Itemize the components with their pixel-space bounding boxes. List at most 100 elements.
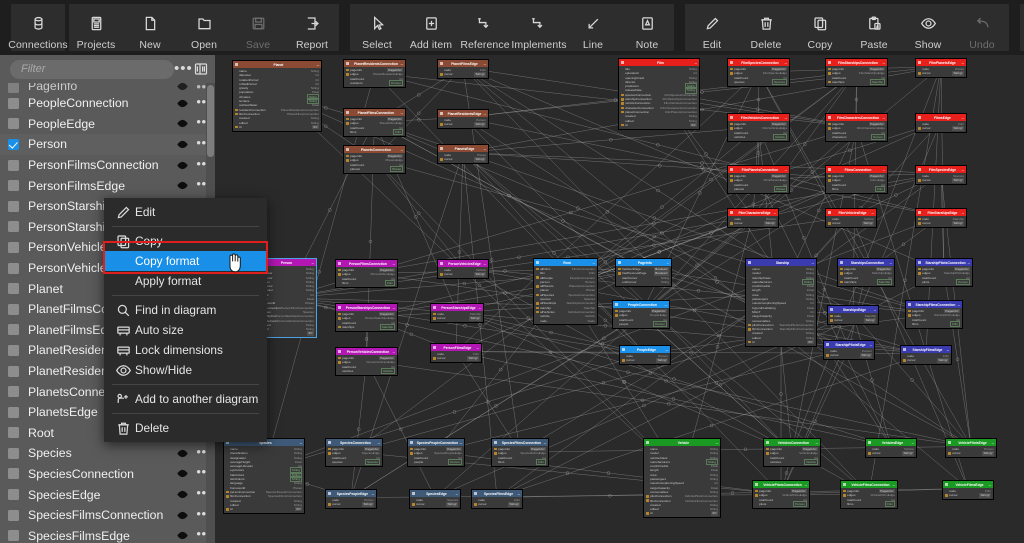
entity-node-vehiclepilotsconnection[interactable]: VehiclePilotsConnection ‒ pageInfo PageInfo… [752,480,810,509]
item-checkbox[interactable] [8,324,19,336]
item-checkbox[interactable] [8,159,19,171]
item-checkbox[interactable] [8,200,19,212]
visibility-eye-icon[interactable] [171,447,193,460]
sidebar-item-speciesconnection[interactable]: SpeciesConnection ••• [0,464,215,485]
sidebar-item-species[interactable]: Species ••• [0,443,215,464]
visibility-eye-icon[interactable] [171,488,193,501]
node-collapse-icon[interactable]: ‒ [667,261,669,265]
entity-node-starshipsedge[interactable]: StarshipsEdge ‒ node Starship cursor String! [827,305,879,326]
node-collapse-icon[interactable]: ‒ [812,261,814,265]
item-checkbox[interactable] [8,97,19,109]
entity-node-personfilmsedge[interactable]: PersonFilmsEdge ‒ node Film cursor String! [430,343,482,364]
visibility-eye-icon[interactable] [171,467,193,480]
entity-node-speciespeopleconnection[interactable]: SpeciesPeopleConnection ‒ pageInfo PageInfo… [407,438,465,467]
sidebar-item-peopleconnection[interactable]: PeopleConnection ••• [0,93,215,114]
node-collapse-icon[interactable]: ‒ [962,211,964,215]
node-collapse-icon[interactable]: ‒ [785,116,787,120]
sidebar-item-pageinfo[interactable]: PageInfo ••• [0,83,215,93]
node-collapse-icon[interactable]: ‒ [484,147,486,151]
context-menu-item-show-hide[interactable]: Show/Hide [104,360,267,380]
entity-node-filmstarshipsedge[interactable]: FilmStarshipsEdge ‒ node Starship cursor Stri… [915,208,967,229]
node-collapse-icon[interactable]: ‒ [870,343,872,347]
visibility-eye-icon[interactable] [171,97,193,110]
entity-node-filmvehiclesedge[interactable]: FilmVehiclesEdge ‒ node Vehicle cursor String… [825,208,877,229]
entity-node-planetresidentsedge[interactable]: PlanetResidentsEdge ‒ node Person cursor Stri… [437,109,489,130]
toolbar-save-button[interactable]: Save [231,4,285,51]
node-collapse-icon[interactable]: ‒ [893,483,895,487]
entity-node-vehiclefilmsedge[interactable]: VehicleFilmsEdge ‒ node Film cursor String! [942,480,994,501]
entity-node-planetfilmsedge[interactable]: PlanetFilmsEdge ‒ node Film cursor String! [437,59,489,80]
entity-node-starshipfilmsedge[interactable]: StarshipFilmsEdge ‒ node Film cursor String! [900,345,952,366]
toolbar-implements-button[interactable]: Implements [511,4,567,51]
node-collapse-icon[interactable]: ‒ [785,61,787,65]
node-collapse-icon[interactable]: ‒ [401,62,403,66]
node-collapse-icon[interactable]: ‒ [883,116,885,120]
toolbar-align-button[interactable]: Align [1020,4,1024,51]
node-collapse-icon[interactable]: ‒ [393,306,395,310]
entity-node-personstarshipsconnection[interactable]: PersonStarshipsConnection ‒ pageInfo PageIn… [335,303,398,332]
diagram-canvas[interactable]: Planet ‒ name String diameter Int rotationPeri… [215,55,1024,543]
item-checkbox[interactable] [8,447,19,459]
toolbar-reference-button[interactable]: Reference [458,4,512,51]
node-collapse-icon[interactable]: ‒ [805,483,807,487]
toolbar-report-button[interactable]: Report [285,4,339,51]
node-collapse-icon[interactable]: ‒ [883,168,885,172]
visibility-eye-icon[interactable] [171,159,193,172]
node-collapse-icon[interactable]: ‒ [593,261,595,265]
node-collapse-icon[interactable]: ‒ [393,262,395,266]
node-collapse-icon[interactable]: ‒ [989,483,991,487]
context-menu-item-add-to-another-diagram[interactable]: Add to another diagram [104,389,267,409]
entity-node-speciesfilmsconnection[interactable]: SpeciesFilmsConnection ‒ pageInfo PageInfo!… [491,438,549,467]
item-checkbox[interactable] [8,468,19,480]
entity-node-personvehiclesconnection[interactable]: PersonVehiclesConnection ‒ pageInfo PageInf… [335,347,398,376]
toolbar-select-button[interactable]: Select [350,4,404,51]
item-checkbox[interactable] [8,138,19,150]
node-collapse-icon[interactable]: ‒ [372,492,374,496]
node-collapse-icon[interactable]: ‒ [665,303,667,307]
node-collapse-icon[interactable]: ‒ [666,348,668,352]
item-checkbox[interactable] [8,221,19,233]
context-menu-item-copy[interactable]: Copy [104,231,267,251]
context-menu-item-copy-format[interactable]: Copy format [104,251,267,271]
visibility-eye-icon[interactable] [171,83,193,93]
node-collapse-icon[interactable]: ‒ [544,441,546,445]
entity-node-personstarshipsedge[interactable]: PersonStarshipsEdge ‒ node Starship cursor St… [430,303,484,324]
node-collapse-icon[interactable]: ‒ [378,441,380,445]
entity-node-vehicle[interactable]: Vehicle ‒ name String model String vehicleClas… [643,438,721,519]
sidebar-item-speciesedge[interactable]: SpeciesEdge ••• [0,484,215,505]
node-collapse-icon[interactable]: ‒ [962,116,964,120]
entity-node-film[interactable]: Film ‒ title String episodeId Int openingCrawl… [618,58,700,130]
toolbar-note-button[interactable]: Note [620,4,674,51]
entity-node-planetsedge[interactable]: PlanetsEdge ‒ node Planet cursor String! [437,144,489,165]
node-collapse-icon[interactable]: ‒ [484,62,486,66]
more-options-icon[interactable]: ••• [174,58,193,80]
sidebar-item-speciesfilmsconnection[interactable]: SpeciesFilmsConnection ••• [0,505,215,526]
filter-input[interactable] [10,59,174,79]
node-collapse-icon[interactable]: ‒ [401,148,403,152]
entity-node-filmsconnection[interactable]: FilmsConnection ‒ pageInfo PageInfo! edges Fi… [825,165,888,194]
entity-node-vehiclefilmsconnection[interactable]: VehicleFilmsConnection ‒ pageInfo PageInfo!… [840,480,898,509]
item-checkbox[interactable] [8,283,19,295]
entity-node-planetsconnection[interactable]: PlanetsConnection ‒ pageInfo PageInfo! edges… [343,145,406,174]
item-checkbox[interactable] [8,303,19,315]
sidebar-item-person[interactable]: Person ••• [0,134,215,155]
node-collapse-icon[interactable]: ‒ [890,261,892,265]
node-collapse-icon[interactable]: ‒ [872,211,874,215]
entity-node-filmplanetsedge[interactable]: FilmPlanetsEdge ‒ node Planet cursor String! [915,58,967,79]
entity-node-starshipsconnection[interactable]: StarshipsConnection ‒ pageInfo PageInfo! edg… [837,258,895,287]
entity-node-filmsedge[interactable]: FilmsEdge ‒ node Film cursor String! [915,113,967,134]
entity-node-filmcharactersedge[interactable]: FilmCharactersEdge ‒ node Person cursor Strin… [727,208,779,229]
toolbar-open-button[interactable]: Open [177,4,231,51]
toolbar-add-item-button[interactable]: Add item [404,4,458,51]
node-collapse-icon[interactable]: ‒ [912,441,914,445]
item-checkbox[interactable] [8,344,19,356]
entity-node-starshipfilmsconnection[interactable]: StarshipFilmsConnection ‒ pageInfo PageInfo… [905,300,963,329]
item-checkbox[interactable] [8,83,19,93]
node-collapse-icon[interactable]: ‒ [456,492,458,496]
entity-node-vehiclepilotsedge[interactable]: VehiclePilotsEdge ‒ node Person cursor String… [945,438,997,459]
sidebar-item-personfilmsconnection[interactable]: PersonFilmsConnection ••• [0,155,215,176]
item-checkbox[interactable] [8,489,19,501]
item-checkbox[interactable] [8,509,19,521]
item-checkbox[interactable] [8,118,19,130]
entity-node-starship[interactable]: Starship ‒ name String model String starshipCl… [745,258,817,347]
